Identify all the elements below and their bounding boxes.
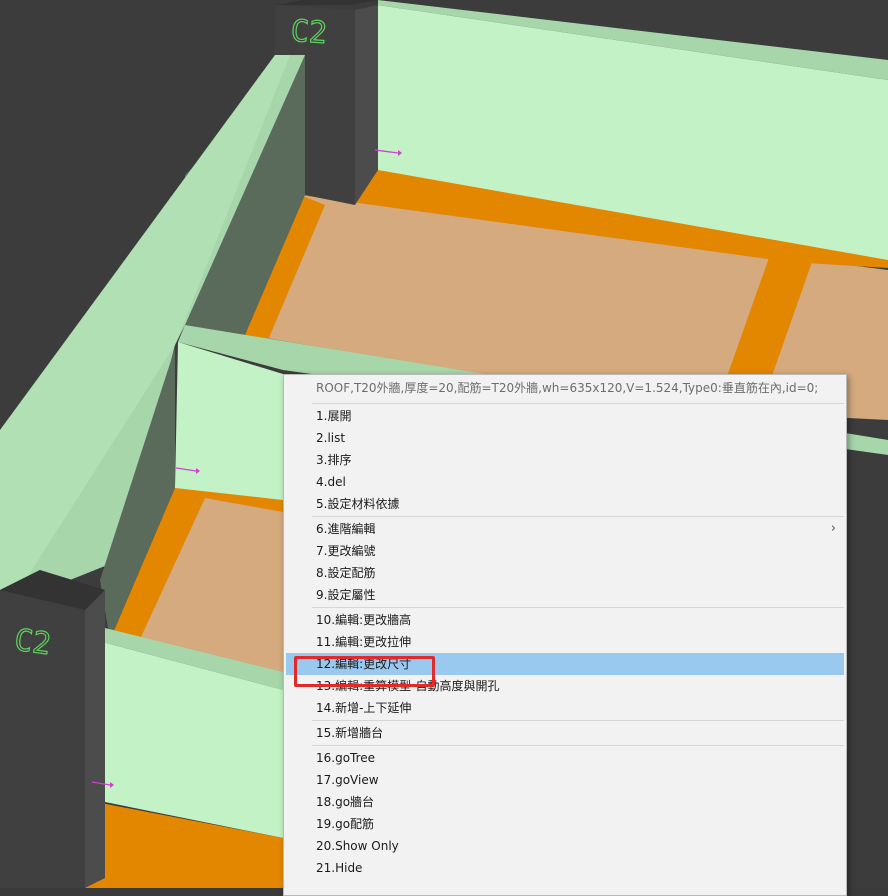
menu-item-expand[interactable]: 1.展開 bbox=[284, 405, 846, 427]
column-upper-side bbox=[355, 5, 378, 205]
menu-item-advanced-edit[interactable]: 6.進階編輯 › bbox=[284, 518, 846, 540]
menu-separator bbox=[312, 516, 844, 517]
menu-item-set-material-basis[interactable]: 5.設定材料依據 bbox=[284, 493, 846, 515]
context-menu: ROOF,T20外牆,厚度=20,配筋=T20外牆,wh=635x120,V=1… bbox=[283, 374, 847, 896]
menu-item-add-wall-base[interactable]: 15.新增牆台 bbox=[284, 722, 846, 744]
menu-item-delete[interactable]: 4.del bbox=[284, 471, 846, 493]
menu-item-go-wall-base[interactable]: 18.go牆台 bbox=[284, 791, 846, 813]
menu-item-change-number[interactable]: 7.更改編號 bbox=[284, 540, 846, 562]
menu-item-recalculate-model[interactable]: 13.編輯:重算模型-自動高度與開孔 bbox=[284, 675, 846, 697]
menu-item-list[interactable]: 2.list bbox=[284, 427, 846, 449]
menu-item-advanced-edit-label: 6.進階編輯 bbox=[316, 522, 376, 536]
menu-item-set-properties[interactable]: 9.設定屬性 bbox=[284, 584, 846, 606]
menu-item-sort[interactable]: 3.排序 bbox=[284, 449, 846, 471]
menu-item-go-reinforcement[interactable]: 19.go配筋 bbox=[284, 813, 846, 835]
menu-header: ROOF,T20外牆,厚度=20,配筋=T20外牆,wh=635x120,V=1… bbox=[316, 381, 819, 395]
menu-item-edit-size[interactable]: 12.編輯:更改尺寸 bbox=[286, 653, 844, 675]
menu-separator bbox=[312, 745, 844, 746]
menu-item-go-tree[interactable]: 16.goTree bbox=[284, 747, 846, 769]
menu-separator bbox=[312, 720, 844, 721]
menu-item-set-reinforcement[interactable]: 8.設定配筋 bbox=[284, 562, 846, 584]
menu-item-edit-wall-height[interactable]: 10.編輯:更改牆高 bbox=[284, 609, 846, 631]
menu-item-go-view[interactable]: 17.goView bbox=[284, 769, 846, 791]
column-lower-front bbox=[0, 570, 85, 888]
menu-item-add-vertical-extend[interactable]: 14.新增-上下延伸 bbox=[284, 697, 846, 719]
menu-item-show-only[interactable]: 20.Show Only bbox=[284, 835, 846, 857]
submenu-arrow-icon: › bbox=[830, 521, 836, 536]
menu-item-hide[interactable]: 21.Hide bbox=[284, 857, 846, 879]
menu-item-edit-extrude[interactable]: 11.編輯:更改拉伸 bbox=[284, 631, 846, 653]
column-label-upper: C2 bbox=[290, 14, 328, 51]
column-lower-side bbox=[85, 590, 105, 888]
column-label-lower: C2 bbox=[12, 623, 53, 663]
menu-separator bbox=[312, 403, 844, 404]
menu-separator bbox=[312, 607, 844, 608]
